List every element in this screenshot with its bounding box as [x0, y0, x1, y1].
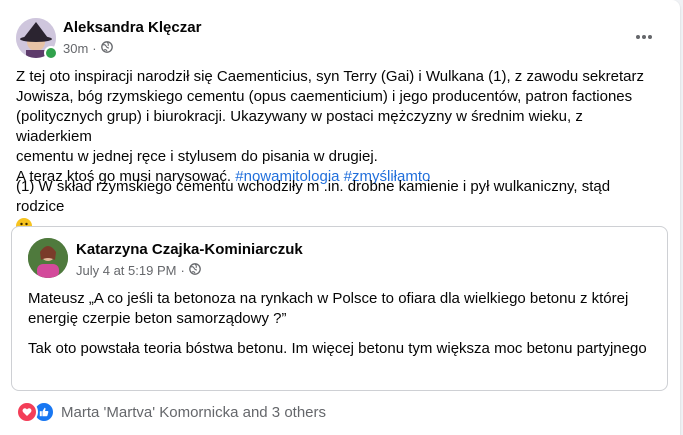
post-meta: 30m · [63, 41, 113, 56]
post-line: (politycznych grup) i biurokracji. Ukazy… [16, 108, 583, 145]
shared-paragraph: Mateusz „A co jeśli ta betonoza na rynka… [28, 290, 629, 327]
shared-author-name[interactable]: Katarzyna Czajka-Kominiarczuk [76, 241, 303, 258]
meta-separator: · [180, 263, 185, 278]
post-line: Z tej oto inspiracji narodził się Caemen… [16, 68, 645, 85]
globe-icon[interactable] [188, 263, 201, 278]
more-options-button[interactable] [626, 22, 662, 50]
ellipsis-icon [635, 27, 653, 45]
reactions-summary[interactable]: Marta 'Martva' Komornicka and 3 others [61, 404, 326, 421]
post-body: Z tej oto inspiracji narodził się Caemen… [16, 67, 662, 187]
meta-separator: · [92, 41, 97, 56]
online-status-indicator [44, 46, 58, 60]
shared-post-meta: July 4 at 5:19 PM · [76, 263, 201, 278]
globe-icon[interactable] [100, 41, 113, 56]
shared-post-body: Mateusz „A co jeśli ta betonoza na rynka… [28, 289, 653, 369]
shared-author-avatar[interactable] [28, 238, 68, 278]
post-time[interactable]: 30m [63, 41, 88, 56]
shared-post[interactable]: Katarzyna Czajka-Kominiarczuk July 4 at … [11, 226, 668, 391]
post-author-name[interactable]: Aleksandra Klęczar [63, 19, 201, 36]
love-reaction-icon [16, 401, 38, 423]
post-line: cementu w jednej ręce i stylusem do pisa… [16, 148, 378, 165]
shared-paragraph: Tak oto powstała teoria bóstwa betonu. I… [28, 340, 647, 357]
footnote-text: (1) W skład rzymskiego cementu wchodziły… [16, 178, 611, 215]
post-card: Aleksandra Klęczar 30m · Z tej oto inspi… [0, 0, 680, 435]
reactions-bar[interactable]: Marta 'Martva' Komornicka and 3 others [16, 401, 326, 423]
shared-post-time[interactable]: July 4 at 5:19 PM [76, 263, 176, 278]
post-line: Jowisza, bóg rzymskiego cementu (opus ca… [16, 88, 633, 105]
